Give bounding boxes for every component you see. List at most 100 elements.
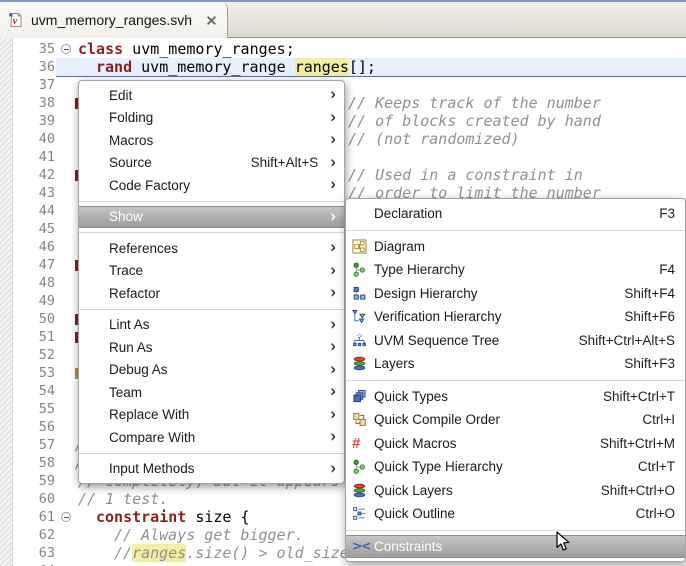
menu-item-label: UVM Sequence Tree [374, 332, 500, 348]
menu-separator [346, 526, 685, 535]
submenu-arrow-icon: › [330, 85, 336, 106]
line-number: 63 [38, 545, 55, 561]
design-hierarchy-icon [352, 286, 374, 301]
menu-item-label: Constraints [374, 538, 443, 554]
menu-item-lint-as[interactable]: Lint As › [79, 314, 344, 337]
submenu-item-diagram[interactable]: Diagram [346, 235, 685, 259]
menu-item-label: Type Hierarchy [374, 262, 465, 278]
menu-item-debug-as[interactable]: Debug As › [79, 359, 344, 382]
line-number: 56 [38, 419, 55, 435]
line-number: 44 [38, 203, 55, 219]
code-line: class uvm_memory_ranges; [78, 40, 295, 58]
type-hierarchy-icon [352, 262, 374, 278]
fold-marker[interactable] [61, 44, 71, 54]
code-line: constraint size { [96, 508, 250, 526]
submenu-item-constraints[interactable]: >< Constraints [346, 534, 685, 558]
submenu-item-quick-types[interactable]: Quick Types Shift+Ctrl+T [346, 385, 685, 409]
menu-item-shortcut: Ctrl+T [637, 459, 675, 475]
editor-tab[interactable]: v uvm_memory_ranges.svh [0, 2, 228, 38]
menu-item-refactor[interactable]: Refactor › [79, 282, 344, 305]
menu-separator [346, 376, 685, 385]
menu-item-label: Refactor [109, 285, 161, 301]
submenu-item-layers[interactable]: Layers Shift+F3 [346, 352, 685, 376]
menu-item-shortcut: Shift+Ctrl+M [599, 435, 675, 451]
menu-item-input-methods[interactable]: Input Methods › [79, 458, 344, 481]
submenu-item-verification-hierarchy[interactable]: Verification Hierarchy Shift+F6 [346, 305, 685, 329]
editor-window: v uvm_memory_ranges.svh 35 36 37 38 39 40 41 42… [0, 0, 686, 566]
submenu-arrow-icon: › [330, 107, 336, 128]
menu-item-label: References [109, 240, 179, 256]
quick-type-hierarchy-icon [352, 459, 374, 475]
menu-item-shortcut: Shift+F4 [624, 285, 675, 301]
constraints-icon: >< [352, 538, 371, 553]
menu-item-label: Replace With [109, 407, 190, 423]
verification-hierarchy-icon [352, 309, 374, 324]
menu-item-label: Source [109, 155, 152, 171]
menu-item-label: Team [109, 384, 143, 400]
line-number: 62 [38, 527, 55, 543]
line-number: 37 [38, 77, 55, 93]
code-line: // Used in a constraint in [348, 166, 583, 184]
menu-item-folding[interactable]: Folding › [79, 107, 344, 130]
menu-item-shortcut: F4 [659, 262, 675, 278]
menu-item-shortcut: Shift+F6 [624, 309, 675, 325]
annotation-gutter [0, 38, 13, 566]
line-number: 46 [38, 239, 55, 255]
menu-item-label: Diagram [374, 238, 426, 254]
line-number: 41 [38, 149, 55, 165]
line-number: 36 [38, 59, 55, 75]
mouse-cursor [556, 531, 572, 553]
tab-close-button[interactable] [204, 13, 219, 28]
menu-item-compare-with[interactable]: Compare With › [79, 426, 344, 449]
code-line: //ranges.size() > old_size; [114, 544, 358, 562]
submenu-item-quick-layers[interactable]: Quick Layers Shift+Ctrl+O [346, 479, 685, 503]
menu-item-edit[interactable]: Edit › [79, 84, 344, 107]
menu-item-label: Edit [109, 87, 133, 103]
line-number: 39 [38, 113, 55, 129]
menu-separator [79, 449, 344, 458]
submenu-arrow-icon: › [330, 359, 336, 380]
menu-item-trace[interactable]: Trace › [79, 260, 344, 283]
line-number: 47 [38, 257, 55, 273]
menu-item-label: Input Methods [109, 461, 195, 477]
menu-item-run-as[interactable]: Run As › [79, 336, 344, 359]
submenu-item-declaration[interactable]: Declaration F3 [346, 202, 685, 226]
submenu-item-quick-type-hierarchy[interactable]: Quick Type Hierarchy Ctrl+T [346, 455, 685, 479]
menu-item-team[interactable]: Team › [79, 381, 344, 404]
menu-item-code-factory[interactable]: Code Factory › [79, 174, 344, 197]
menu-item-label: Code Factory [109, 177, 191, 193]
layers-icon [352, 356, 374, 371]
tab-bar: v uvm_memory_ranges.svh [0, 2, 686, 38]
menu-item-label: Quick Layers [374, 482, 453, 498]
menu-item-label: Lint As [109, 317, 150, 333]
tab-title: uvm_memory_ranges.svh [31, 12, 193, 28]
menu-item-show[interactable]: Show › [79, 205, 344, 228]
submenu-arrow-icon: › [330, 152, 336, 173]
menu-item-label: Show [109, 209, 143, 225]
submenu-item-design-hierarchy[interactable]: Design Hierarchy Shift+F4 [346, 282, 685, 306]
submenu-arrow-icon: › [330, 458, 336, 479]
fold-marker[interactable] [61, 512, 71, 522]
menu-item-references[interactable]: References › [79, 237, 344, 260]
menu-item-source[interactable]: Source Shift+Alt+S › [79, 152, 344, 175]
menu-item-shortcut: Shift+Ctrl+Alt+S [578, 332, 675, 348]
line-number: 64 [13, 562, 55, 566]
submenu-arrow-icon: › [330, 404, 336, 425]
submenu-item-uvm-sequence-tree[interactable]: UVM Sequence Tree Shift+Ctrl+Alt+S [346, 329, 685, 353]
submenu-item-quick-macros[interactable]: # Quick Macros Shift+Ctrl+M [346, 432, 685, 456]
line-number: 58 [38, 455, 55, 471]
menu-item-label: Quick Outline [374, 506, 456, 522]
code-line: rand uvm_memory_range ranges[]; [96, 58, 376, 76]
submenu-item-type-hierarchy[interactable]: Type Hierarchy F4 [346, 258, 685, 282]
code-line: // 1 test. [78, 490, 169, 508]
sv-file-icon: v [8, 12, 24, 28]
menu-item-macros[interactable]: Macros › [79, 129, 344, 152]
uvm-sequence-tree-icon [352, 333, 374, 348]
line-number: 51 [38, 329, 55, 345]
line-number: 42 [38, 167, 55, 183]
menu-separator [346, 226, 685, 235]
submenu-item-quick-compile-order[interactable]: Quick Compile Order Ctrl+I [346, 408, 685, 432]
submenu-item-quick-outline[interactable]: Quick Outline Ctrl+O [346, 502, 685, 526]
menu-item-replace-with[interactable]: Replace With › [79, 404, 344, 427]
menu-item-label: Layers [374, 356, 415, 372]
